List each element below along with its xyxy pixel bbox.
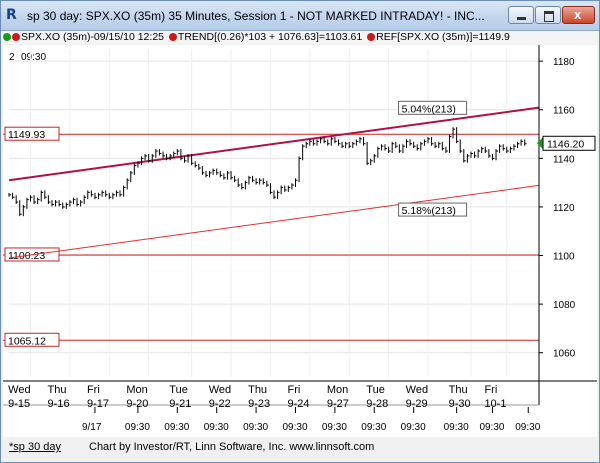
x-date-label: 10-1 xyxy=(484,398,506,410)
chart-canvas[interactable]: 2 09:30 1149.931100.231065.12 1180116011… xyxy=(3,45,597,437)
maximize-button[interactable] xyxy=(535,6,561,24)
legend-symbol[interactable]: SPX.XO (35m)-09/15/10 12:25 xyxy=(21,31,164,43)
x-day-label: Wed xyxy=(209,384,231,396)
chart-window: R sp 30 day: SPX.XO (35m) 35 Minutes, Se… xyxy=(0,0,600,463)
y-tick-label: 1080 xyxy=(553,300,576,311)
y-tick-label: 1180 xyxy=(553,57,575,68)
indicator-legend: SPX.XO (35m)-09/15/10 12:25 TREND[(0.26)… xyxy=(3,31,597,44)
reference-label: 1149.93 xyxy=(8,129,45,141)
y-tick-label: 1060 xyxy=(553,349,576,360)
trend-red-dot-icon[interactable] xyxy=(168,33,177,42)
chart-page-tab[interactable]: *sp 30 day xyxy=(9,441,61,453)
x-day-label: Wed xyxy=(8,384,30,396)
x-date-label: 9-16 xyxy=(48,398,70,410)
x-day-label: Tue xyxy=(366,384,385,396)
x-time-label: 09:30 xyxy=(401,422,426,433)
minimize-icon xyxy=(517,17,526,20)
price-chart[interactable]: 2 09:30 1149.931100.231065.12 1180116011… xyxy=(3,45,597,437)
y-tick-label: 1120 xyxy=(553,203,575,214)
x-day-label: Thu xyxy=(449,384,468,396)
x-day-label: Thu xyxy=(248,384,267,396)
green-dot-icon[interactable] xyxy=(3,33,11,42)
x-time-label: 09:30 xyxy=(243,422,268,433)
maximize-icon xyxy=(544,11,554,22)
x-day-label: Mon xyxy=(126,384,147,396)
x-time-label: 09:30 xyxy=(204,422,229,433)
x-date-label: 9-23 xyxy=(248,398,270,410)
upper-channel-label: 5.04%(213) xyxy=(402,103,456,115)
red-dot-icon[interactable] xyxy=(12,33,20,42)
x-day-label: Thu xyxy=(48,384,67,396)
x-date-label: 9-17 xyxy=(87,398,109,410)
x-date-label: 9-27 xyxy=(327,398,349,410)
legend-ref[interactable]: REF[SPX.XO (35m)]=1149.9 xyxy=(376,31,510,43)
credit-text: Chart by Investor/RT, Linn Software, Inc… xyxy=(89,441,375,453)
x-date-label: 9-20 xyxy=(126,398,148,410)
close-button[interactable]: x xyxy=(562,6,595,24)
y-tick-label: 1140 xyxy=(553,154,575,165)
x-day-label: Fri xyxy=(87,384,100,396)
reference-label: 1065.12 xyxy=(8,335,46,347)
x-date-label: 9-28 xyxy=(366,398,388,410)
x-time-label: 09:30 xyxy=(479,422,504,433)
close-icon: x xyxy=(574,7,582,22)
x-date-label: 9-15 xyxy=(8,398,30,410)
title-bar[interactable]: R sp 30 day: SPX.XO (35m) 35 Minutes, Se… xyxy=(1,1,599,31)
x-time-label: 09:30 xyxy=(282,422,307,433)
x-time-label: 09:30 xyxy=(322,422,347,433)
x-time-label: 09:30 xyxy=(515,422,540,433)
x-day-label: Tue xyxy=(169,384,188,396)
last-price-label: 1146.20 xyxy=(547,138,584,150)
x-time-label: 9/17 xyxy=(82,422,102,433)
ref-red-dot-icon[interactable] xyxy=(367,33,376,42)
x-date-label: 9-22 xyxy=(209,398,231,410)
x-day-label: Mon xyxy=(327,384,348,396)
chart-background xyxy=(3,45,597,437)
lower-channel-label: 5.18%(213) xyxy=(402,205,456,217)
investor-rt-logo-icon: R xyxy=(6,7,17,23)
legend-trend[interactable]: TREND[(0.26)*103 + 1076.63]=1103.61 xyxy=(178,31,362,43)
x-date-label: 9-21 xyxy=(169,398,191,410)
window-title: sp 30 day: SPX.XO (35m) 35 Minutes, Sess… xyxy=(27,9,485,23)
minimize-button[interactable] xyxy=(508,6,534,24)
y-tick-label: 1100 xyxy=(553,252,575,263)
x-date-label: 9-24 xyxy=(287,398,309,410)
x-time-label: 09:30 xyxy=(444,422,469,433)
x-day-label: Wed xyxy=(406,384,428,396)
x-day-label: Fri xyxy=(484,384,497,396)
x-time-label: 09:30 xyxy=(125,422,150,433)
x-time-label: 09:30 xyxy=(361,422,386,433)
x-day-label: Fri xyxy=(287,384,300,396)
x-date-label: 9-29 xyxy=(406,398,428,410)
y-tick-label: 1160 xyxy=(553,106,575,117)
x-time-label: 09:30 xyxy=(164,422,189,433)
x-date-label: 9-30 xyxy=(449,398,471,410)
